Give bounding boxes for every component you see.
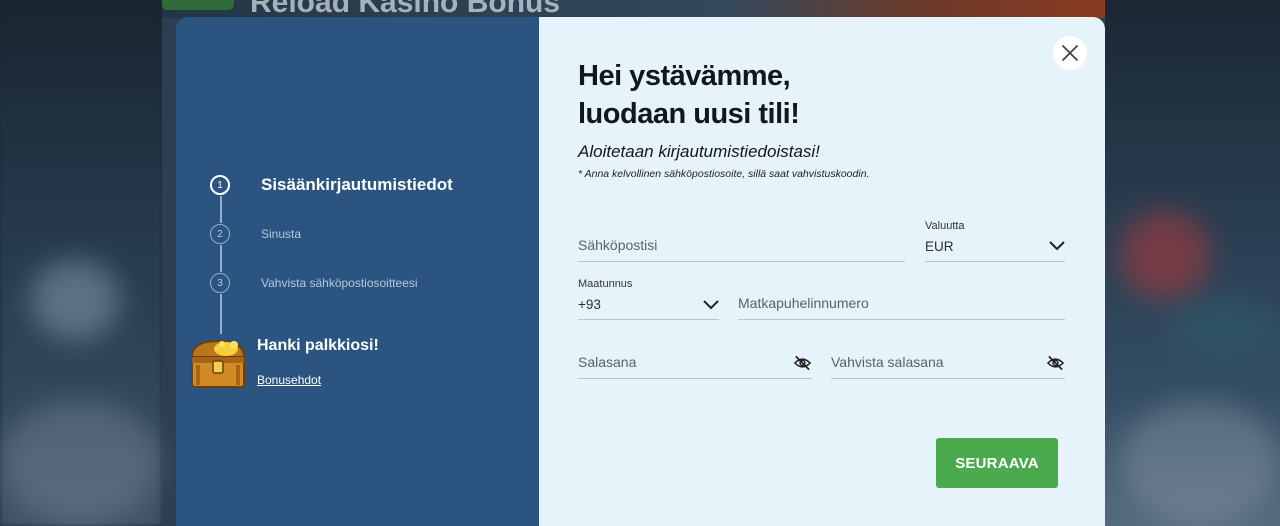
- country-code-select[interactable]: Maatunnus +93: [578, 278, 719, 320]
- next-button[interactable]: SEURAAVA: [936, 438, 1058, 488]
- chevron-down-icon: [1049, 241, 1065, 251]
- background-green-tab: [162, 0, 234, 10]
- password-placeholder: Salasana: [578, 354, 637, 370]
- step-label: Vahvista sähköpostiosoitteesi: [261, 276, 418, 290]
- background-blob: [1170, 300, 1280, 360]
- email-note: * Anna kelvollinen sähköpostiosoite, sil…: [578, 168, 870, 180]
- step-verify-email: 3 Vahvista sähköpostiosoitteesi: [210, 272, 418, 294]
- confirm-password-placeholder: Vahvista salasana: [831, 354, 944, 370]
- step-number: 2: [210, 224, 230, 244]
- bonus-terms-link[interactable]: Bonusehdot: [257, 373, 321, 387]
- currency-value: EUR: [925, 239, 954, 254]
- background-blob: [30, 260, 120, 340]
- modal-heading: Hei ystävämme, luodaan uusi tili!: [578, 57, 800, 133]
- modal-right-panel: Hei ystävämme, luodaan uusi tili! Aloite…: [539, 17, 1105, 526]
- step-number: 3: [210, 273, 230, 293]
- eye-off-icon[interactable]: [1046, 355, 1065, 371]
- step-login-details: 1 Sisäänkirjautumistiedot: [210, 174, 453, 196]
- step-about-you: 2 Sinusta: [210, 223, 301, 245]
- phone-placeholder: Matkapuhelinnumero: [738, 295, 869, 311]
- password-field[interactable]: Salasana: [578, 353, 812, 379]
- modal-subheading: Aloitetaan kirjautumistiedoistasi!: [578, 142, 820, 161]
- stepper-connector: [220, 196, 222, 223]
- email-placeholder: Sähköpostisi: [578, 237, 658, 253]
- phone-field[interactable]: Matkapuhelinnumero: [738, 294, 1065, 320]
- step-label: Sinusta: [261, 227, 302, 241]
- background-blob: [1120, 400, 1280, 526]
- treasure-chest-icon: [190, 339, 246, 388]
- country-code-label: Maatunnus: [578, 278, 633, 290]
- eye-off-icon[interactable]: [793, 355, 812, 371]
- registration-modal: 1 Sisäänkirjautumistiedot 2 Sinusta 3 Va…: [176, 17, 1105, 526]
- step-number: 1: [210, 175, 230, 195]
- reward-title: Hanki palkkiosi!: [257, 337, 379, 354]
- country-code-value: +93: [578, 297, 601, 312]
- close-button[interactable]: [1053, 36, 1087, 70]
- stepper-connector: [220, 294, 222, 334]
- currency-label: Valuutta: [925, 220, 965, 232]
- step-label: Sisäänkirjautumistiedot: [261, 175, 453, 194]
- heading-line-1: Hei ystävämme,: [578, 60, 791, 92]
- close-icon: [1062, 45, 1078, 61]
- heading-line-2: luodaan uusi tili!: [578, 98, 800, 130]
- currency-select[interactable]: Valuutta EUR: [925, 220, 1065, 262]
- modal-left-panel: 1 Sisäänkirjautumistiedot 2 Sinusta 3 Va…: [176, 17, 539, 526]
- chevron-down-icon: [703, 300, 719, 310]
- background-blob: [0, 400, 160, 526]
- background-blob: [1120, 210, 1210, 300]
- email-field[interactable]: Sähköpostisi: [578, 235, 905, 262]
- confirm-password-field[interactable]: Vahvista salasana: [831, 353, 1065, 379]
- stepper-connector: [220, 245, 222, 272]
